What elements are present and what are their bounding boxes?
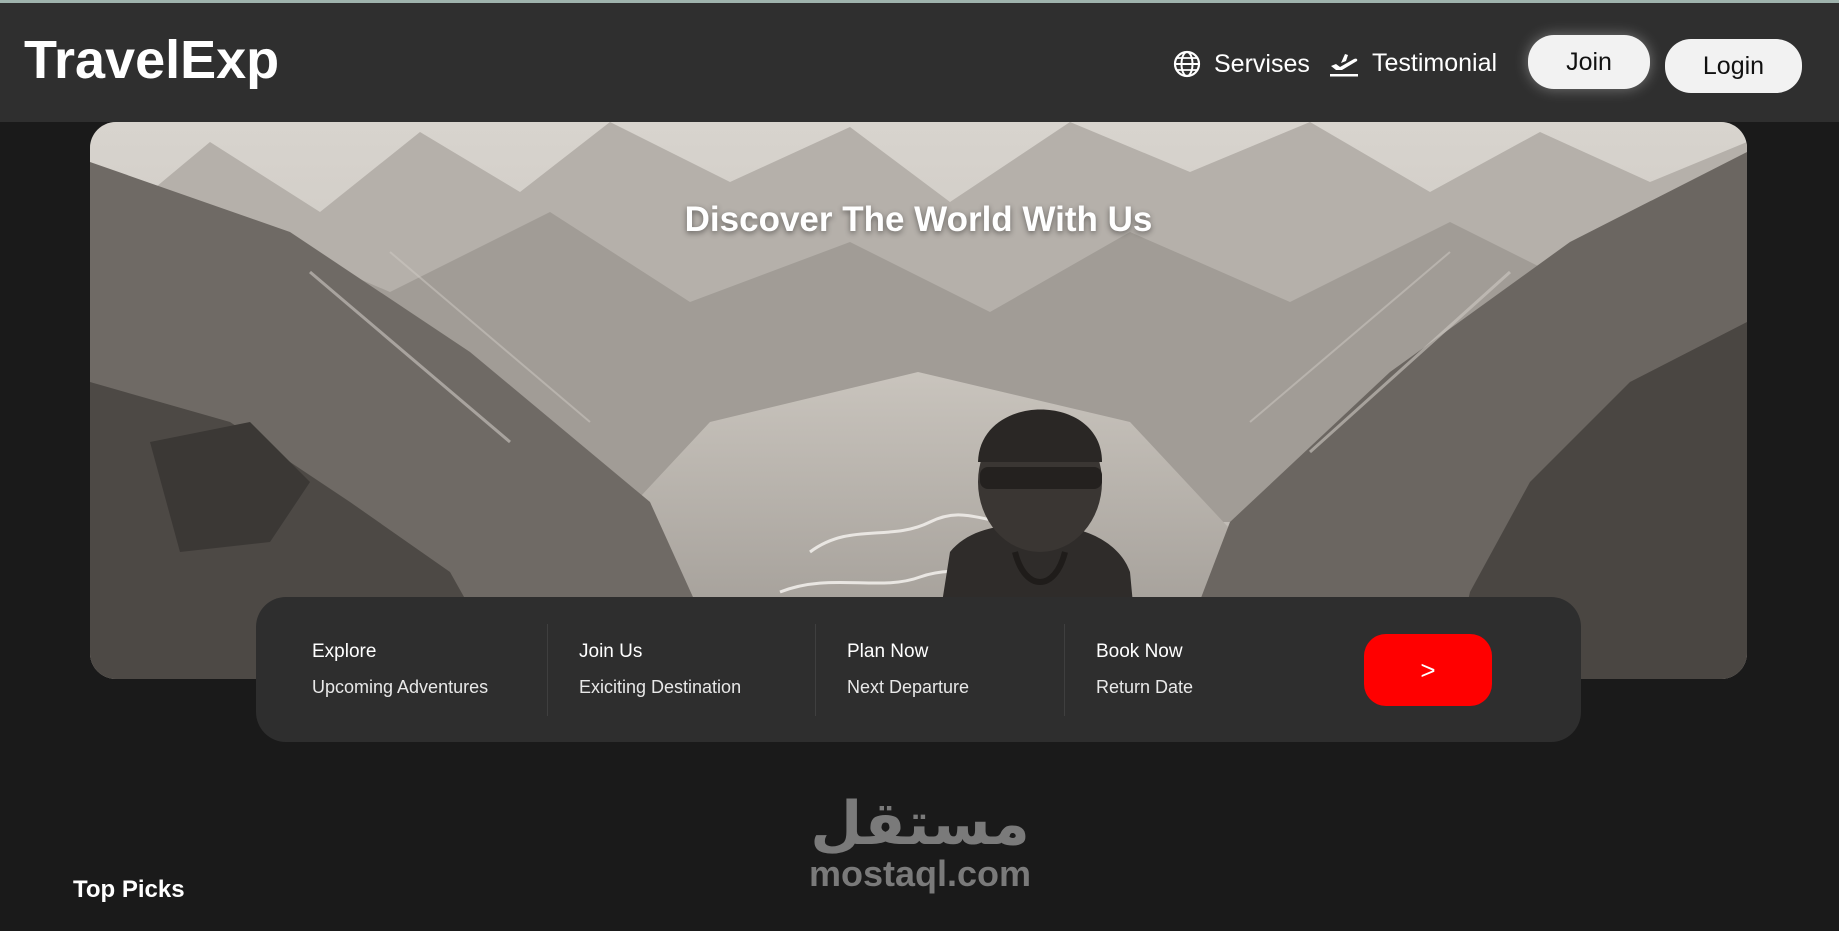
hero-banner: Discover The World With Us (90, 122, 1747, 679)
field-label: Explore (312, 641, 377, 662)
divider (1064, 624, 1065, 716)
field-label: Book Now (1096, 641, 1183, 662)
join-button[interactable]: Join (1528, 35, 1650, 89)
field-value: Upcoming Adventures (312, 677, 489, 697)
search-submit-button[interactable]: > (1364, 634, 1492, 706)
nav-label-testimonial: Testimonial (1372, 49, 1498, 77)
field-book-now[interactable]: Book Now Return Date (1096, 641, 1193, 698)
airplane-takeoff-icon (1330, 53, 1358, 76)
field-value: Next Departure (847, 677, 970, 697)
divider (547, 624, 548, 716)
navbar: TravelExp Servises Testimonial Join Logi… (0, 3, 1839, 122)
field-value: Return Date (1096, 677, 1194, 697)
globe-icon (1173, 50, 1201, 78)
field-value: Exiciting Destination (579, 677, 742, 697)
nav-item-services[interactable]: Servises (1172, 49, 1310, 79)
brand-logo[interactable]: TravelExp (24, 33, 279, 87)
hero-title: Discover The World With Us (684, 200, 1153, 239)
nav-label-services: Servises (1214, 49, 1310, 78)
field-explore[interactable]: Explore Upcoming Adventures (312, 641, 488, 698)
nav-item-testimonial[interactable]: Testimonial (1328, 49, 1497, 78)
watermark-arabic: مستقل (810, 789, 1030, 859)
field-label: Join Us (579, 641, 643, 662)
field-plan-now[interactable]: Plan Now Next Departure (847, 641, 969, 698)
field-label: Plan Now (847, 641, 929, 662)
trip-search-card: Explore Upcoming Adventures Join Us Exic… (256, 597, 1581, 742)
login-button[interactable]: Login (1665, 39, 1802, 93)
field-join-us[interactable]: Join Us Exiciting Destination (579, 641, 741, 698)
mostaql-watermark: مستقل mostaql.com (800, 794, 1040, 894)
divider (815, 624, 816, 716)
watermark-latin: mostaql.com (808, 853, 1032, 894)
top-picks-heading: Top Picks (73, 876, 185, 903)
